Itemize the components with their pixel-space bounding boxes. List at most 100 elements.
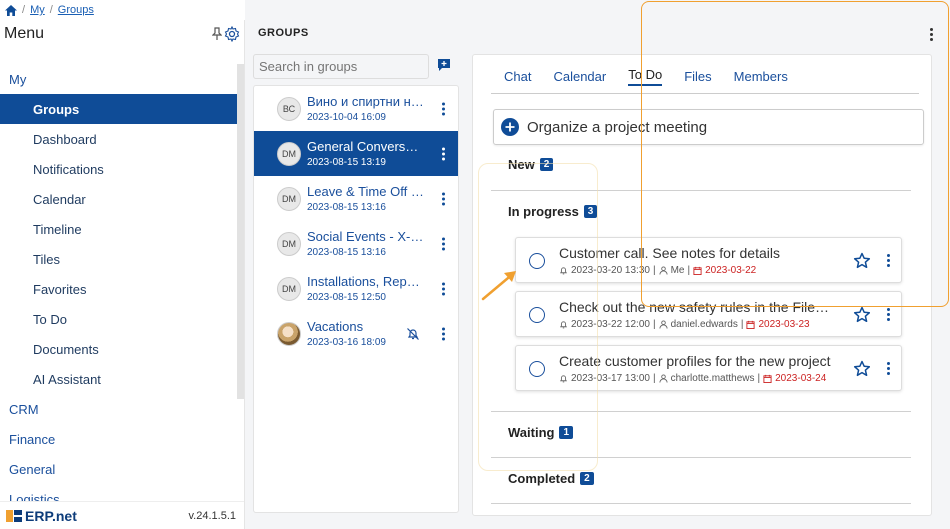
group-item-active[interactable]: DM General Conversation 2023-08-15 13:19: [254, 131, 458, 176]
menu-item-groups[interactable]: Groups: [0, 94, 237, 124]
bell-icon: [560, 267, 567, 275]
more-options-icon[interactable]: [887, 362, 890, 375]
panel-options-icon[interactable]: [930, 28, 933, 41]
task-card[interactable]: Customer call. See notes for details 202…: [515, 237, 902, 283]
tab-chat[interactable]: Chat: [504, 69, 531, 86]
divider: [491, 411, 911, 412]
task-title: Check out the new safety rules in the Fi…: [559, 299, 831, 315]
more-options-icon[interactable]: [887, 308, 890, 321]
section-completed[interactable]: Completed 2: [491, 471, 911, 486]
more-options-icon[interactable]: [442, 282, 445, 295]
logo: ERP.net: [6, 508, 77, 524]
calendar-icon: [746, 320, 756, 329]
home-icon[interactable]: [5, 4, 17, 16]
group-date: 2023-08-15 13:16: [307, 202, 386, 213]
menu-item-crm[interactable]: CRM: [0, 394, 237, 424]
plus-circle-icon[interactable]: [501, 118, 519, 136]
group-date: 2023-08-15 12:50: [307, 292, 386, 303]
task-complete-radio[interactable]: [529, 307, 545, 323]
gear-icon[interactable]: [224, 26, 240, 42]
erp-logo-icon: [6, 509, 22, 522]
sidebar-scrollbar[interactable]: [237, 64, 244, 399]
section-waiting[interactable]: Waiting 1: [491, 425, 911, 440]
new-chat-icon[interactable]: [437, 58, 451, 72]
divider: [491, 503, 911, 504]
logo-text: ERP.net: [25, 507, 77, 524]
menu-item-general[interactable]: General: [0, 454, 237, 484]
divider: [491, 457, 911, 458]
menu-item-finance[interactable]: Finance: [0, 424, 237, 454]
section-new[interactable]: New 2: [491, 157, 911, 172]
section-count: 2: [580, 472, 594, 485]
user-icon: [659, 266, 668, 275]
task-complete-radio[interactable]: [529, 253, 545, 269]
section-label: In progress: [508, 204, 579, 219]
search-groups-input[interactable]: [253, 54, 429, 79]
group-avatar-photo: [277, 321, 301, 346]
group-name: Social Events - X-Team: [307, 229, 425, 244]
star-icon[interactable]: [853, 360, 871, 378]
group-item[interactable]: DM Social Events - X-Team 2023-08-15 13:…: [254, 221, 458, 266]
menu-item-calendar[interactable]: Calendar: [0, 184, 237, 214]
menu-item-favorites[interactable]: Favorites: [0, 274, 237, 304]
breadcrumb-item-groups[interactable]: Groups: [58, 4, 94, 16]
menu-item-dashboard[interactable]: Dashboard: [0, 124, 237, 154]
pin-icon[interactable]: [212, 27, 222, 41]
breadcrumb: / My / Groups: [0, 0, 245, 20]
tab-calendar[interactable]: Calendar: [553, 69, 606, 86]
new-task-input[interactable]: Organize a project meeting: [493, 109, 924, 145]
tab-members[interactable]: Members: [734, 69, 788, 86]
group-item[interactable]: ВС Вино и спиртни напитки 2023-10-04 16:…: [254, 86, 458, 131]
more-options-icon[interactable]: [442, 147, 445, 160]
menu-item-tiles[interactable]: Tiles: [0, 244, 237, 274]
more-options-icon[interactable]: [442, 192, 445, 205]
more-options-icon[interactable]: [442, 327, 445, 340]
task-card[interactable]: Create customer profiles for the new pro…: [515, 345, 902, 391]
group-name: General Conversation: [307, 139, 425, 154]
task-meta: 2023-03-20 13:30 | Me | 2023-03-22: [559, 265, 756, 276]
group-item[interactable]: DM Leave & Time Off - X-Team 2023-08-15 …: [254, 176, 458, 221]
menu-item-logistics[interactable]: Logistics: [0, 484, 237, 502]
star-icon[interactable]: [853, 252, 871, 270]
group-item[interactable]: DM Installations, Repairs 2023-08-15 12:…: [254, 266, 458, 311]
menu-item-timeline[interactable]: Timeline: [0, 214, 237, 244]
menu-item-ai-assistant[interactable]: AI Assistant: [0, 364, 237, 394]
group-detail-panel: Chat Calendar To Do Files Members Organi…: [472, 54, 932, 516]
section-count: 2: [539, 158, 554, 171]
bell-off-icon[interactable]: [406, 327, 420, 341]
task-title: Customer call. See notes for details: [559, 245, 780, 261]
star-icon[interactable]: [853, 306, 871, 324]
tab-files[interactable]: Files: [684, 69, 711, 86]
tab-todo[interactable]: To Do: [628, 67, 663, 86]
menu-item-my[interactable]: My: [0, 64, 237, 94]
group-item[interactable]: Vacations 2023-03-16 18:09: [254, 311, 458, 356]
group-name: Leave & Time Off - X-Team: [307, 184, 425, 199]
section-in-progress[interactable]: In progress 3: [491, 204, 911, 219]
breadcrumb-item-my[interactable]: My: [30, 4, 45, 16]
menu-item-documents[interactable]: Documents: [0, 334, 237, 364]
more-options-icon[interactable]: [887, 254, 890, 267]
user-icon: [659, 320, 668, 329]
groups-title: GROUPS: [258, 27, 309, 39]
group-avatar: DM: [277, 231, 301, 256]
new-task-label: Organize a project meeting: [527, 118, 708, 136]
group-avatar: DM: [277, 276, 301, 301]
section-label: Waiting: [508, 425, 555, 440]
breadcrumb-separator: /: [22, 4, 26, 16]
more-options-icon[interactable]: [442, 237, 445, 250]
task-due-date: 2023-03-22: [705, 265, 757, 276]
group-date: 2023-10-04 16:09: [307, 112, 386, 123]
group-date: 2023-08-15 13:19: [307, 157, 386, 168]
more-options-icon[interactable]: [442, 102, 445, 115]
calendar-icon: [763, 374, 772, 383]
pointer-arrow-icon: [481, 271, 516, 301]
group-name: Вино и спиртни напитки: [307, 94, 425, 109]
task-assignee: charlotte.matthews: [670, 373, 755, 384]
menu-item-notifications[interactable]: Notifications: [0, 154, 237, 184]
menu-item-todo[interactable]: To Do: [0, 304, 237, 334]
group-avatar: DM: [277, 186, 301, 211]
task-due-date: 2023-03-24: [775, 373, 827, 384]
task-card[interactable]: Check out the new safety rules in the Fi…: [515, 291, 902, 337]
group-avatar: ВС: [277, 96, 301, 121]
task-complete-radio[interactable]: [529, 361, 545, 377]
